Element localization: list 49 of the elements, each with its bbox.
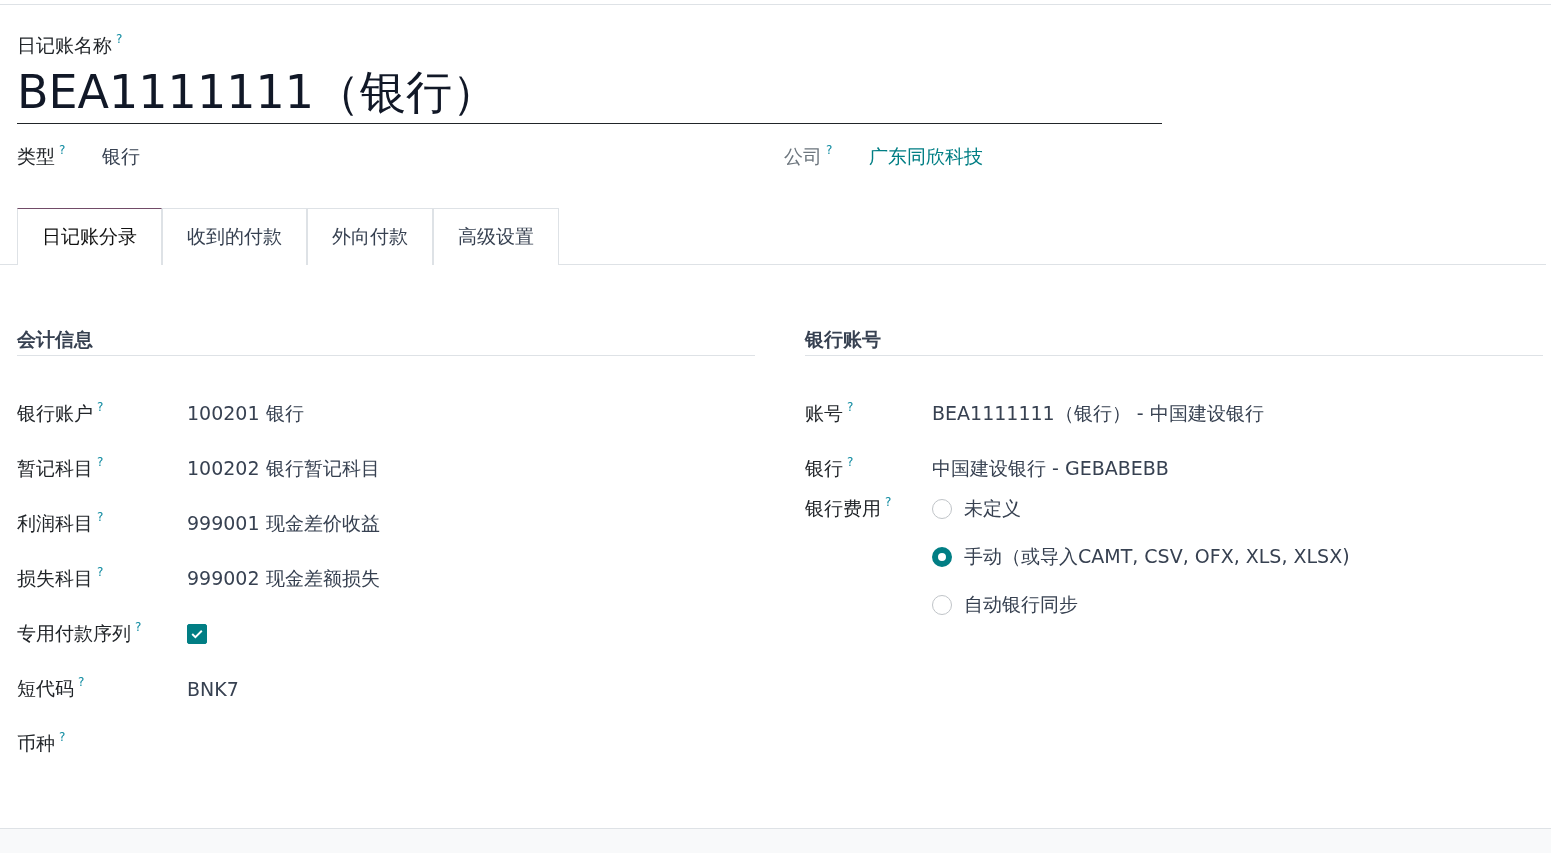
journal-name-field[interactable]: BEA1111111（银行） (17, 59, 1162, 125)
tab[interactable]: 高级设置 (433, 208, 559, 266)
help-tooltip[interactable]: ? (59, 730, 66, 743)
help-tooltip[interactable]: ? (97, 510, 104, 523)
radio-label[interactable]: 未定义 (964, 496, 1021, 523)
field-value[interactable]: 100202 银行暂记科目 (187, 455, 380, 482)
field-label: 银行 (805, 455, 843, 481)
type-value: 银行 (102, 144, 140, 170)
field-label: 币种 (17, 730, 55, 756)
help-tooltip[interactable]: ? (135, 620, 142, 633)
help-tooltip[interactable]: ? (78, 675, 85, 688)
help-tooltip[interactable]: ? (885, 496, 892, 509)
help-tooltip[interactable]: ? (59, 144, 66, 157)
help-tooltip[interactable]: ? (847, 400, 854, 413)
help-tooltip[interactable]: ? (97, 565, 104, 578)
field-value[interactable]: 999002 现金差额损失 (187, 565, 380, 592)
field-label: 短代码 (17, 675, 74, 701)
tab[interactable]: 日记账分录 (17, 208, 162, 266)
field-value[interactable]: BNK7 (187, 677, 239, 700)
help-tooltip[interactable]: ? (97, 455, 104, 468)
field-value[interactable]: 999001 现金差价收益 (187, 510, 380, 537)
field-value[interactable]: 中国建设银行 - GEBABEBB (932, 455, 1169, 482)
field-value[interactable]: BEA1111111（银行） - 中国建设银行 (932, 400, 1264, 427)
section-title: 银行账号 (805, 327, 1543, 357)
field-label: 专用付款序列 (17, 620, 131, 646)
checkbox[interactable] (187, 623, 207, 644)
radio-label[interactable]: 自动银行同步 (964, 592, 1078, 619)
field-label: 损失科目 (17, 565, 93, 591)
tab[interactable]: 收到的付款 (162, 208, 307, 266)
field-label: 利润科目 (17, 510, 93, 536)
field-label: 银行账户 (17, 400, 93, 426)
field-label: 日记账名称 (17, 33, 112, 58)
help-tooltip[interactable]: ? (97, 400, 104, 413)
field-value[interactable]: 100201 银行 (187, 400, 304, 427)
field-label: 公司 (784, 144, 822, 170)
help-tooltip[interactable]: ? (826, 144, 833, 157)
radio-button[interactable] (932, 547, 952, 568)
field-label: 类型 (17, 144, 55, 170)
tab[interactable]: 外向付款 (307, 208, 433, 266)
radio-label[interactable]: 手动（或导入CAMT, CSV, OFX, XLS, XLSX) (964, 544, 1350, 571)
field-label: 账号 (805, 400, 843, 426)
help-tooltip[interactable]: ? (847, 455, 854, 468)
field-label: 暂记科目 (17, 455, 93, 481)
section-title: 会计信息 (17, 327, 755, 357)
company-link[interactable]: 广东同欣科技 (869, 144, 983, 171)
radio-button[interactable] (932, 499, 952, 520)
help-tooltip[interactable]: ? (116, 33, 123, 45)
field-label: 银行费用 (805, 496, 881, 522)
radio-button[interactable] (932, 595, 952, 616)
